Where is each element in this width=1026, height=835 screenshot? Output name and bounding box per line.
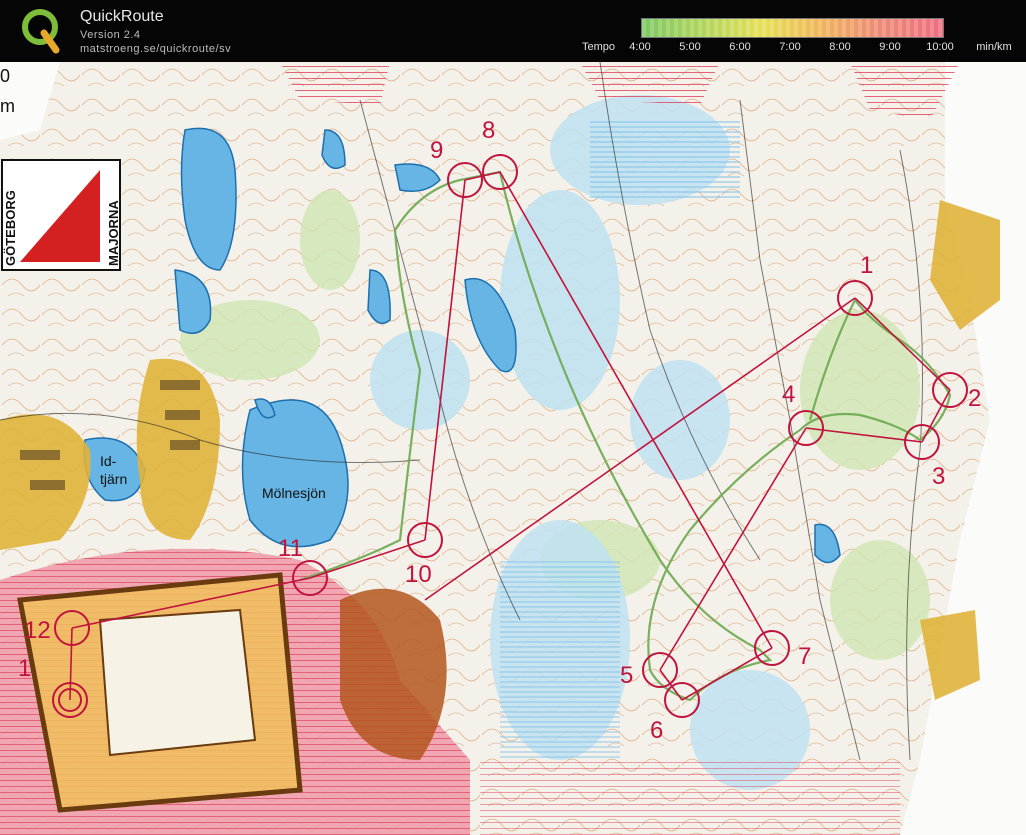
app-name: QuickRoute <box>80 8 164 25</box>
control-number: 5 <box>620 662 633 689</box>
control-number: 7 <box>798 643 811 670</box>
control-number: 4 <box>782 381 795 408</box>
app-version: Version 2.4 <box>80 29 141 41</box>
club-logo-text: GÖTEBORG <box>3 190 18 266</box>
app-url: matstroeng.se/quickroute/sv <box>80 43 232 55</box>
edge-text: 0 <box>0 66 10 86</box>
edge-text: m <box>0 96 15 116</box>
quickroute-logo-icon <box>22 9 60 54</box>
pace-tick: 5:00 <box>679 41 701 53</box>
control-number: 3 <box>932 463 945 490</box>
pace-color-scale <box>641 18 944 38</box>
control-number: 1 <box>18 655 31 682</box>
control-number: 9 <box>430 137 443 164</box>
lake-molnesjon <box>241 399 349 548</box>
control-number: 1 <box>860 252 873 279</box>
pace-tick: 6:00 <box>729 41 751 53</box>
control-number: 8 <box>482 117 495 144</box>
pace-tick: 10:00 <box>926 41 954 53</box>
club-logo-text: MAJORNA <box>106 200 121 266</box>
pace-label: Tempo <box>582 41 616 53</box>
header-bar: QuickRoute Version 2.4 matstroeng.se/qui… <box>0 0 1026 62</box>
club-logo: GÖTEBORG MAJORNA <box>1 159 121 271</box>
control-number: 6 <box>650 717 663 744</box>
pace-tick: 9:00 <box>879 41 901 53</box>
control-number: 12 <box>24 617 51 644</box>
control-number: 11 <box>278 535 303 562</box>
pace-tick: 8:00 <box>829 41 851 53</box>
control-number: 2 <box>968 385 981 412</box>
pace-tick: 4:00 <box>629 41 651 53</box>
lake-label: Mölnesjön <box>262 485 326 501</box>
pace-tick: 7:00 <box>779 41 801 53</box>
orienteering-map[interactable]: 1 2 3 4 5 6 7 8 9 10 11 12 1 Mölnesjön I… <box>0 62 1026 835</box>
pace-unit: min/km <box>976 41 1012 53</box>
control-number: 10 <box>405 561 432 588</box>
